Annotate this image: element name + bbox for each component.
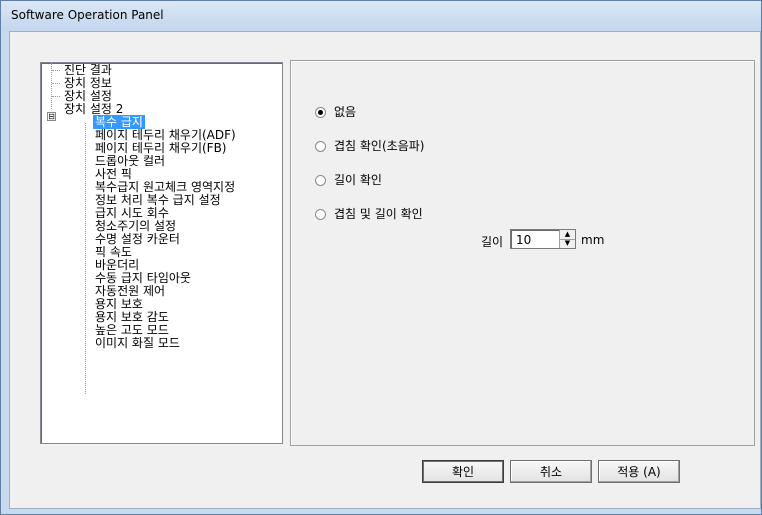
tree-item-label: 장치 정보 — [64, 76, 112, 90]
dialog-client-area: ⊟ 진단 결과 장치 정보 장치 설정 장치 설정 2 복수 급지 페이지 테두… — [9, 31, 761, 509]
length-spinbox[interactable]: ▲ ▼ — [510, 229, 576, 249]
radio-button-icon[interactable] — [315, 175, 326, 186]
window-title: Software Operation Panel — [11, 8, 164, 22]
tree-item-label: 수명 설정 카운터 — [95, 232, 180, 246]
tree-item-label: 픽 속도 — [95, 245, 132, 259]
length-input[interactable] — [514, 231, 558, 249]
radio-none[interactable]: 없음 — [315, 104, 356, 120]
radio-label: 길이 확인 — [334, 173, 382, 187]
tree-item-label: 장치 설정 2 — [64, 102, 124, 116]
length-label: 길이 — [481, 235, 504, 249]
tree-item-label: 장치 설정 — [64, 89, 112, 103]
tree-connector — [52, 70, 60, 71]
title-bar[interactable]: Software Operation Panel — [1, 1, 761, 31]
tree-connector — [85, 123, 86, 394]
radio-button-icon[interactable] — [315, 209, 326, 220]
apply-button[interactable]: 적용 (A) — [598, 460, 680, 483]
dialog-window: Software Operation Panel ⊟ 진단 결과 장치 정보 장… — [0, 0, 762, 515]
tree-item-label: 수동 급지 타임아웃 — [95, 271, 191, 285]
radio-length-check[interactable]: 길이 확인 — [315, 172, 382, 188]
radio-overlap-ultrasonic[interactable]: 겹침 확인(초음파) — [315, 138, 424, 154]
radio-label: 겹침 및 길이 확인 — [334, 207, 423, 221]
collapse-icon[interactable]: ⊟ — [47, 112, 56, 121]
tree-item-label: 페이지 테두리 채우기(ADF) — [95, 128, 236, 142]
radio-button-icon[interactable] — [315, 141, 326, 152]
radio-label: 없음 — [334, 105, 357, 119]
tree-item-label: 복수 급지 — [93, 115, 145, 129]
spin-down-icon[interactable]: ▼ — [560, 239, 575, 248]
settings-tree[interactable]: ⊟ 진단 결과 장치 정보 장치 설정 장치 설정 2 복수 급지 페이지 테두… — [40, 62, 283, 444]
settings-panel: 없음 겹침 확인(초음파) 길이 확인 겹침 및 길이 확인 길이 ▲ ▼ mm — [290, 60, 755, 446]
tree-item-image-quality[interactable]: 이미지 화질 모드 — [95, 337, 180, 350]
tree-item-label: 용지 보호 감도 — [95, 310, 169, 324]
tree-item-label: 페이지 테두리 채우기(FB) — [95, 141, 227, 155]
tree-item-label: 사전 픽 — [95, 167, 132, 181]
ok-button[interactable]: 확인 — [422, 460, 504, 483]
tree-item-label: 이미지 화질 모드 — [95, 336, 180, 350]
tree-item-label: 드롭아웃 컬러 — [95, 154, 166, 168]
tree-connector — [52, 96, 60, 97]
radio-label: 겹침 확인(초음파) — [334, 139, 425, 153]
tree-item-label: 높은 고도 모드 — [95, 323, 169, 337]
spin-buttons: ▲ ▼ — [559, 230, 575, 248]
tree-item-label: 진단 결과 — [64, 63, 112, 77]
tree-item-label: 정보 처리 복수 급지 설정 — [95, 193, 221, 207]
radio-button-icon[interactable] — [315, 107, 326, 118]
tree-item-label: 복수급지 원고체크 영역지정 — [95, 180, 236, 194]
radio-overlap-and-length[interactable]: 겹침 및 길이 확인 — [315, 206, 423, 222]
tree-item-label: 급지 시도 회수 — [95, 206, 169, 220]
length-unit: mm — [581, 233, 605, 247]
tree-item-label: 청소주기의 설정 — [95, 219, 177, 233]
tree-item-label: 바운더리 — [95, 258, 140, 272]
tree-item-label: 용지 보호 — [95, 297, 143, 311]
cancel-button[interactable]: 취소 — [510, 460, 592, 483]
tree-connector — [52, 83, 60, 84]
tree-item-label: 자동전원 제어 — [95, 284, 166, 298]
